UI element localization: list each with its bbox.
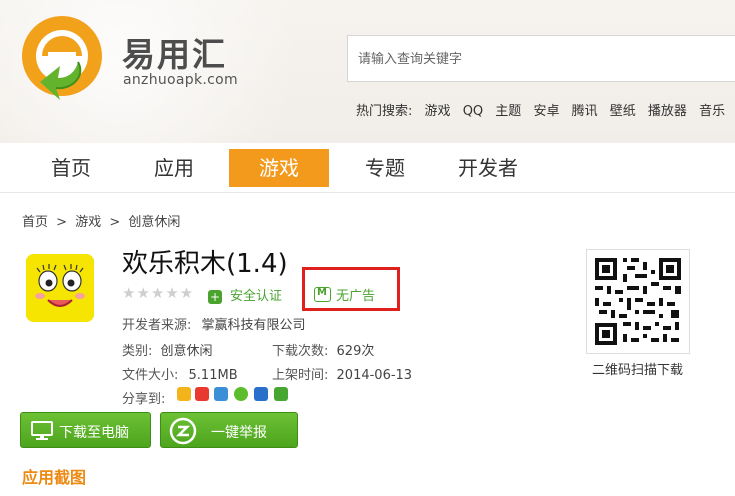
breadcrumb-category[interactable]: 创意休闲 (128, 215, 180, 230)
search-box (347, 35, 735, 82)
size-value: 5.11MB (188, 368, 238, 383)
download-button-label: 下载至电脑 (59, 425, 129, 441)
site-header: 易用汇 anzhuoapk.com 热门搜索: 游戏 QQ 主题 安卓 腾讯 壁… (0, 0, 735, 143)
safe-label: 安全认证 (230, 289, 283, 304)
hot-keyword[interactable]: 壁纸 (610, 104, 636, 119)
breadcrumb-separator: > (109, 215, 121, 230)
app-detail-page: 易用汇 anzhuoapk.com 热门搜索: 游戏 QQ 主题 安卓 腾讯 壁… (0, 0, 735, 496)
hot-keyword[interactable]: 音乐 (699, 104, 725, 119)
renren-icon[interactable] (254, 387, 268, 401)
brand-url: anzhuoapk.com (123, 72, 238, 88)
date-row: 上架时间: 2014-06-13 (272, 364, 412, 383)
download-to-pc-button[interactable]: 下载至电脑 (20, 412, 151, 448)
nav-item-apps[interactable]: 应用 (133, 149, 215, 187)
weibo-icon[interactable] (195, 387, 209, 401)
tencent-weibo-icon[interactable] (214, 387, 228, 401)
downloads-row: 下载次数: 629次 (272, 340, 374, 359)
report-button[interactable]: 一键举报 (160, 412, 298, 448)
developer-key: 开发者来源: (122, 318, 192, 333)
breadcrumb: 首页 > 游戏 > 创意休闲 (22, 211, 184, 230)
nav-item-games[interactable]: 游戏 (229, 149, 329, 187)
no-ads-label: 无广告 (336, 289, 376, 304)
qzone-icon[interactable] (177, 387, 191, 401)
share-key: 分享到: (122, 392, 166, 407)
category-key: 类别: (122, 344, 153, 359)
hot-keyword[interactable]: 主题 (495, 104, 521, 119)
size-key: 文件大小: (122, 368, 179, 383)
report-icon (169, 417, 197, 445)
no-ads-icon (314, 287, 331, 302)
no-ads-badge: 无广告 (314, 285, 375, 304)
downloads-key: 下载次数: (272, 344, 329, 359)
safe-badge: + 安全认证 (208, 285, 282, 304)
nav-item-topics[interactable]: 专题 (344, 149, 426, 187)
date-value: 2014-06-13 (336, 368, 413, 383)
category-value[interactable]: 创意休闲 (161, 344, 213, 359)
nav-item-developers[interactable]: 开发者 (446, 149, 530, 187)
hot-keyword[interactable]: QQ (463, 104, 483, 119)
hot-keyword[interactable]: 腾讯 (572, 104, 598, 119)
downloads-value: 629次 (336, 344, 375, 359)
developer-row: 开发者来源: 掌赢科技有限公司 (122, 314, 306, 333)
hot-keyword[interactable]: 播放器 (648, 104, 687, 119)
rating-stars: ★★★★★ (122, 284, 195, 302)
shield-plus-icon: + (208, 290, 222, 304)
qr-code (586, 249, 690, 354)
size-row: 文件大小: 5.11MB (122, 364, 238, 383)
brand-name: 易用汇 (122, 35, 227, 74)
app-icon (26, 254, 94, 322)
breadcrumb-home[interactable]: 首页 (22, 215, 48, 230)
site-logo-icon[interactable] (20, 12, 106, 104)
qr-code-image (587, 250, 689, 353)
more-share-icon[interactable] (274, 387, 288, 401)
nav-item-home[interactable]: 首页 (30, 149, 112, 187)
share-row: 分享到: (122, 388, 165, 407)
app-title: 欢乐积木(1.4) (122, 249, 288, 279)
developer-value[interactable]: 掌赢科技有限公司 (202, 318, 306, 333)
category-row: 类别: 创意休闲 (122, 340, 213, 359)
hot-search-row: 热门搜索: 游戏 QQ 主题 安卓 腾讯 壁纸 播放器 音乐 (356, 100, 733, 119)
main-nav: 首页 应用 游戏 专题 开发者 (0, 143, 735, 193)
breadcrumb-separator: > (56, 215, 68, 230)
qr-caption: 二维码扫描下载 (592, 363, 684, 378)
wechat-icon[interactable] (234, 387, 248, 401)
hot-keyword[interactable]: 安卓 (533, 104, 559, 119)
report-button-label: 一键举报 (211, 425, 267, 441)
breadcrumb-games[interactable]: 游戏 (75, 215, 101, 230)
hot-keyword[interactable]: 游戏 (425, 104, 451, 119)
date-key: 上架时间: (272, 368, 329, 383)
search-input[interactable] (358, 49, 718, 69)
monitor-icon (31, 421, 53, 440)
hot-search-label: 热门搜索: (356, 104, 413, 119)
screenshots-section-title: 应用截图 (22, 468, 87, 487)
